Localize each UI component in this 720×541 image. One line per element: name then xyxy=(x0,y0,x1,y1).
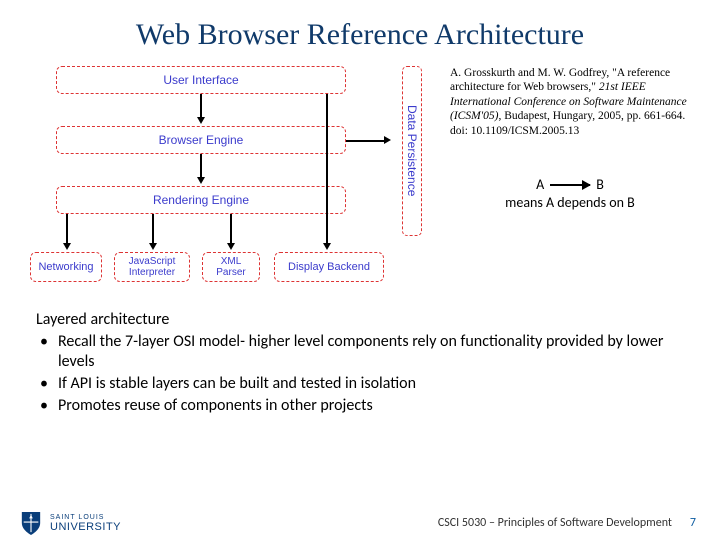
arrowhead-icon xyxy=(323,243,331,250)
arrow-icon xyxy=(550,184,590,186)
course-label: CSCI 5030 – Principles of Software Devel… xyxy=(438,516,672,530)
page-number: 7 xyxy=(690,516,696,530)
bullet-list: •Recall the 7-layer OSI model- higher le… xyxy=(36,332,684,418)
legend-b: B xyxy=(596,176,604,194)
box-user-interface: User Interface xyxy=(56,66,346,94)
architecture-diagram: User Interface Browser Engine Rendering … xyxy=(30,62,430,302)
arrowhead-icon xyxy=(197,177,205,184)
list-item: •Promotes reuse of components in other p… xyxy=(40,396,684,418)
bullet-icon: • xyxy=(40,374,58,394)
slu-bottom: UNIVERSITY xyxy=(50,521,121,533)
citation-rest: , Budapest, Hungary, 2005, pp. 661-664. xyxy=(498,110,685,122)
bullet-text: Recall the 7-layer OSI model- higher lev… xyxy=(58,332,684,372)
persistence-label: Data Persistence xyxy=(405,105,419,196)
list-item: •Recall the 7-layer OSI model- higher le… xyxy=(40,332,684,374)
legend: A B means A depends on B xyxy=(450,176,690,212)
bullet-text: If API is stable layers can be built and… xyxy=(58,374,416,394)
box-rendering-engine: Rendering Engine xyxy=(56,186,346,214)
box-display-backend: Display Backend xyxy=(274,252,384,282)
info-column: A. Grosskurth and M. W. Godfrey, "A refe… xyxy=(430,62,690,302)
arrowhead-icon xyxy=(384,136,391,144)
arrow-render-xml xyxy=(230,214,232,245)
shield-icon xyxy=(20,510,42,536)
slide-title: Web Browser Reference Architecture xyxy=(0,0,720,62)
bullet-icon: • xyxy=(40,396,58,416)
slu-logo-block: SAINT LOUIS UNIVERSITY xyxy=(20,510,121,536)
citation-doi: doi: 10.1109/ICSM.2005.13 xyxy=(450,125,579,137)
arrow-browser-to-rendering xyxy=(200,154,202,179)
box-data-persistence: Data Persistence xyxy=(402,66,422,236)
arrowhead-icon xyxy=(149,243,157,250)
box-networking: Networking xyxy=(30,252,102,282)
citation-text: A. Grosskurth and M. W. Godfrey, "A refe… xyxy=(450,62,690,138)
arrow-browser-to-persistence xyxy=(346,140,386,142)
arrow-ui-to-browser xyxy=(200,94,202,119)
bullet-text: Promotes reuse of components in other pr… xyxy=(58,396,373,416)
legend-text: means A depends on B xyxy=(450,194,690,212)
arrowhead-icon xyxy=(197,117,205,124)
arrow-render-js xyxy=(152,214,154,245)
list-item: •If API is stable layers can be built an… xyxy=(40,374,684,396)
arrow-ui-to-display-v xyxy=(326,94,328,244)
body-heading: Layered architecture xyxy=(36,310,684,330)
bullet-icon: • xyxy=(40,332,58,372)
arrowhead-icon xyxy=(227,243,235,250)
footer: SAINT LOUIS UNIVERSITY CSCI 5030 – Princ… xyxy=(0,506,720,540)
box-js-interpreter: JavaScript Interpreter xyxy=(114,252,190,282)
arrowhead-icon xyxy=(63,243,71,250)
arrow-render-net xyxy=(66,214,68,245)
slu-top: SAINT LOUIS xyxy=(50,514,121,521)
slu-text: SAINT LOUIS UNIVERSITY xyxy=(50,514,121,533)
legend-arrow-row: A B xyxy=(450,176,690,194)
body-text: Layered architecture •Recall the 7-layer… xyxy=(0,302,720,418)
box-xml-parser: XML Parser xyxy=(202,252,260,282)
footer-right: CSCI 5030 – Principles of Software Devel… xyxy=(438,516,696,530)
box-browser-engine: Browser Engine xyxy=(56,126,346,154)
content-row: User Interface Browser Engine Rendering … xyxy=(0,62,720,302)
legend-a: A xyxy=(536,176,544,194)
